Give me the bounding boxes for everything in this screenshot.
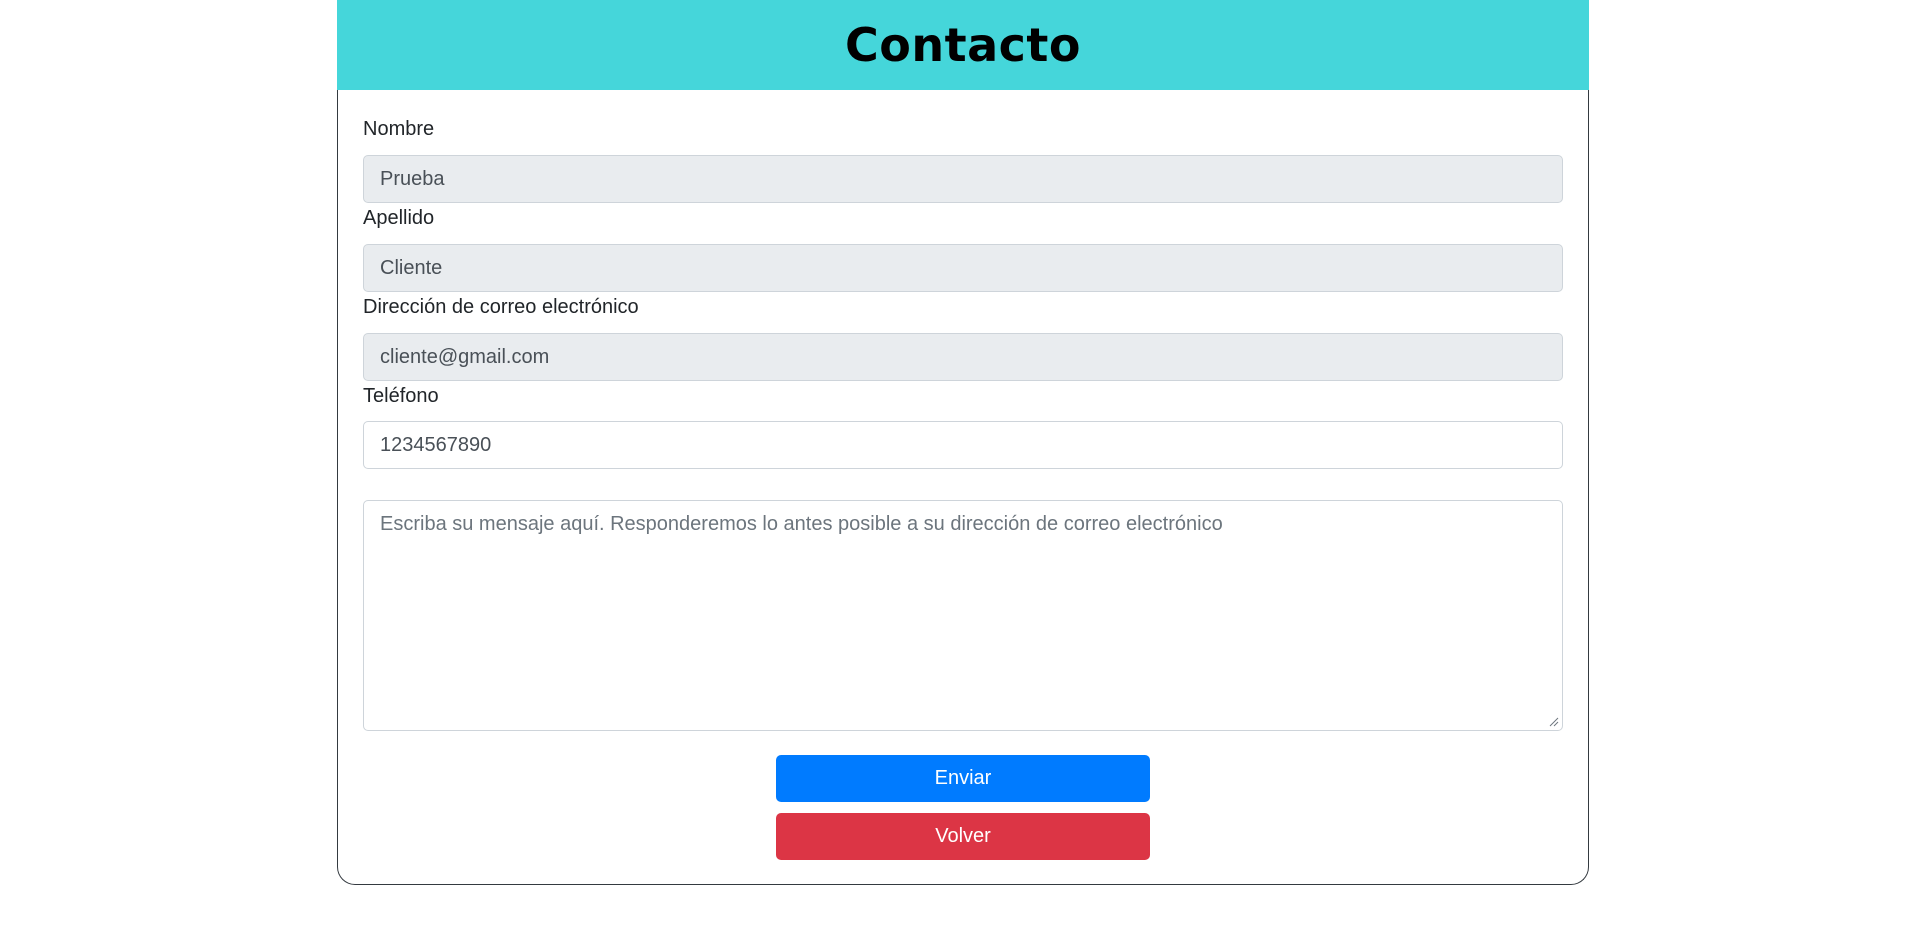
apellido-field[interactable] (363, 244, 1563, 292)
message-textarea[interactable] (363, 500, 1563, 731)
telefono-label: Teléfono (363, 385, 439, 407)
send-button[interactable]: Enviar (776, 755, 1150, 802)
back-button[interactable]: Volver (776, 813, 1150, 860)
page-header: Contacto (337, 0, 1589, 90)
resize-handle-icon[interactable] (1547, 715, 1559, 727)
apellido-label: Apellido (363, 207, 435, 229)
telefono-field[interactable] (363, 421, 1563, 469)
page-title: Contacto (845, 18, 1081, 72)
nombre-label: Nombre (363, 118, 435, 140)
email-field[interactable] (363, 333, 1563, 381)
email-label: Dirección de correo electrónico (363, 296, 639, 318)
nombre-field[interactable] (363, 155, 1563, 203)
